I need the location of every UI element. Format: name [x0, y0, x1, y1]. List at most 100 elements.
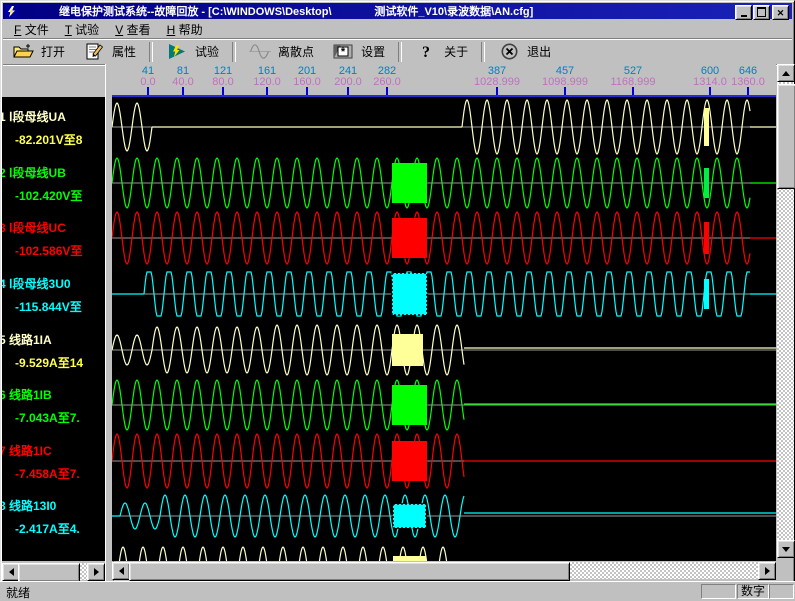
about-question-icon: ?	[415, 43, 437, 60]
channel-number: 2	[2, 166, 9, 180]
cursor-bar-ch4[interactable]	[704, 279, 709, 309]
exit-button[interactable]: 退出	[489, 40, 560, 64]
minimize-button[interactable]	[735, 5, 752, 20]
ruler-tick	[709, 87, 711, 95]
status-ready-text: 就绪	[6, 584, 30, 601]
main-hscroll-right-button[interactable]	[758, 562, 776, 580]
selection-marker-ch7[interactable]	[392, 441, 427, 481]
channel-number: 8	[2, 499, 9, 513]
main-hscroll-thumb[interactable]	[129, 562, 570, 581]
selection-marker-ch2[interactable]	[392, 163, 427, 203]
discrete-points-button-label: 离散点	[278, 43, 314, 60]
about-button[interactable]: ? 关于	[406, 40, 477, 64]
main-hscroll-left-button[interactable]	[112, 562, 130, 580]
selection-marker-ch8[interactable]	[393, 504, 426, 528]
open-folder-icon	[12, 43, 34, 60]
left-hscroll-thumb[interactable]	[18, 563, 80, 582]
channel-label-row-1[interactable]: 1Ⅰ段母线UA-82.201V至8	[2, 108, 105, 154]
about-button-label: 关于	[444, 43, 468, 60]
menu-label: 查看	[127, 23, 151, 37]
discrete-points-button[interactable]: 离散点	[240, 40, 323, 64]
test-button[interactable]: 试验	[157, 40, 228, 64]
waveform-svg	[112, 97, 776, 561]
vscroll-down-button[interactable]	[777, 540, 795, 558]
menu-bar: F 文件 T 试验 V 查看 H 帮助	[3, 20, 792, 39]
exit-icon	[498, 43, 520, 60]
channel-name: 线路1IC	[9, 444, 52, 458]
selection-marker-ch5[interactable]	[392, 334, 423, 366]
properties-button-label: 属性	[112, 43, 136, 60]
ruler-tick	[386, 87, 388, 95]
status-num-indicator: 数字	[737, 584, 769, 599]
discrete-points-wave-icon	[249, 43, 271, 60]
menu-item-file[interactable]: F 文件	[9, 20, 54, 39]
channel-label-row-7[interactable]: 7线路1IC -7.458A至7.	[2, 442, 105, 488]
ruler-tick	[496, 87, 498, 95]
channel-label-row-6[interactable]: 6线路1IB-7.043A至7.	[2, 386, 105, 432]
channel-number: 1	[2, 110, 9, 124]
channel-label-row-3[interactable]: 3Ⅰ段母线UC-102.586V至	[2, 219, 105, 265]
selection-marker-ch3[interactable]	[392, 218, 427, 258]
channel-name: Ⅰ段母线UB	[9, 166, 66, 180]
settings-button[interactable]: * 设置	[323, 40, 394, 64]
channel-range: -2.417A至4.	[15, 520, 80, 537]
channel-name: 线路13I0	[9, 499, 56, 513]
menu-label: 帮助	[179, 23, 203, 37]
cursor-bar-ch3[interactable]	[704, 222, 709, 254]
status-panel-blank-2	[769, 584, 794, 599]
main-hscrollbar[interactable]	[112, 562, 776, 579]
channel-label-row-5[interactable]: 5线路1IA-9.529A至14	[2, 331, 105, 377]
menu-item-view[interactable]: V 查看	[110, 20, 155, 39]
settings-icon: *	[332, 43, 354, 60]
toolbar: 打开 属性 试验 离散点	[3, 39, 792, 65]
cursor-bar-ch1[interactable]	[704, 108, 709, 146]
vscroll-thumb[interactable]	[777, 84, 795, 189]
channel-range: -102.420V至	[15, 187, 82, 204]
channel-label-row-8[interactable]: 8线路13I0 -2.417A至4.	[2, 497, 105, 543]
vscrollbar[interactable]	[777, 64, 794, 558]
arrow-right-icon	[765, 567, 770, 575]
ruler-tick	[632, 87, 634, 95]
open-button[interactable]: 打开	[3, 40, 74, 64]
waveform-canvas[interactable]	[112, 97, 776, 561]
vscroll-up-button[interactable]	[777, 64, 795, 82]
selection-marker-ch9[interactable]	[393, 556, 426, 561]
menu-hotkey: T	[65, 23, 72, 37]
channel-range: -102.586V至	[15, 242, 82, 259]
ruler-tick	[564, 87, 566, 95]
svg-text:?: ?	[422, 44, 430, 60]
channel-range: -7.458A至7.	[15, 465, 80, 482]
menu-hotkey: H	[167, 23, 176, 37]
properties-icon	[83, 43, 105, 60]
left-panel-hscrollbar[interactable]	[2, 563, 105, 580]
properties-button[interactable]: 属性	[74, 40, 145, 64]
channel-range: -9.529A至14	[15, 354, 83, 371]
menu-label: 文件	[25, 23, 49, 37]
ruler-tick	[147, 87, 149, 95]
channel-number: 4	[2, 277, 9, 291]
channel-label-row-4[interactable]: 4Ⅰ段母线3U0-115.844V至	[2, 275, 105, 321]
menu-hotkey: V	[115, 23, 123, 37]
restore-icon	[757, 7, 766, 17]
minimize-icon	[741, 15, 747, 17]
close-button[interactable]: ✕	[772, 5, 789, 20]
channel-number: 7	[2, 444, 9, 458]
channel-name: 线路1IB	[9, 388, 52, 402]
menu-hotkey: F	[14, 23, 21, 37]
menu-item-help[interactable]: H 帮助	[162, 20, 208, 39]
open-button-label: 打开	[41, 43, 65, 60]
channel-number: 3	[2, 221, 9, 235]
ruler-tick	[182, 87, 184, 95]
left-hscroll-right-button[interactable]	[87, 563, 105, 581]
channel-name: Ⅰ段母线UA	[9, 110, 66, 124]
cursor-bar-ch2[interactable]	[704, 168, 709, 198]
restore-button[interactable]	[753, 5, 770, 20]
selection-marker-ch6[interactable]	[392, 385, 427, 425]
selection-marker-ch4[interactable]	[392, 273, 427, 315]
menu-item-test[interactable]: T 试验	[60, 20, 104, 39]
app-lightning-icon	[5, 5, 18, 18]
channel-name: Ⅰ段母线3U0	[9, 277, 71, 291]
test-lightning-icon	[166, 43, 188, 60]
channel-label-panel[interactable]: 1Ⅰ段母线UA-82.201V至82Ⅰ段母线UB-102.420V至3Ⅰ段母线U…	[2, 97, 105, 561]
channel-label-row-2[interactable]: 2Ⅰ段母线UB -102.420V至	[2, 164, 105, 210]
